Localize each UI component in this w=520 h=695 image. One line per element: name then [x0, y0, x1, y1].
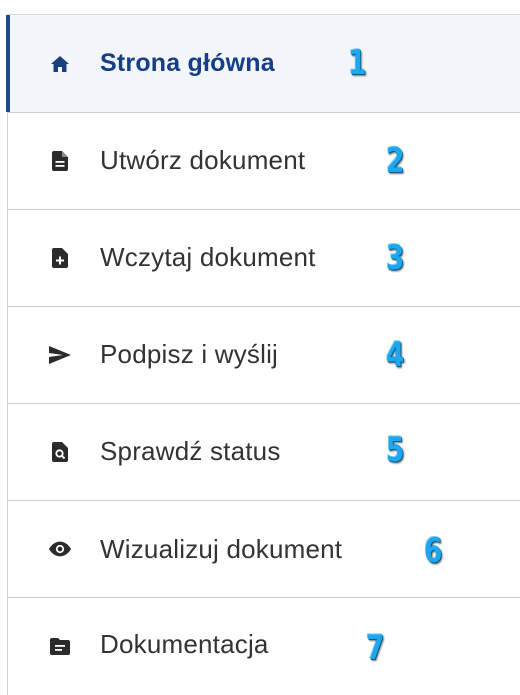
send-icon	[49, 344, 71, 366]
sidebar-item-home[interactable]: Strona główna 1	[6, 15, 520, 113]
navigation-panel: Strona główna 1 Utwórz dokument 2 Wczyta…	[0, 0, 520, 695]
annotation-badge: 5	[386, 430, 405, 470]
document-add-icon	[49, 247, 71, 269]
sidebar-item-load-document[interactable]: Wczytaj dokument 3	[8, 210, 520, 307]
sidebar-item-sign-and-send[interactable]: Podpisz i wyślij 4	[8, 307, 520, 404]
sidebar-item-label: Utwórz dokument	[100, 145, 306, 175]
sidebar-item-label: Strona główna	[100, 49, 275, 77]
sidebar-item-visualize-document[interactable]: Wizualizuj dokument 6	[8, 501, 520, 598]
sidebar-item-label: Dokumentacja	[100, 629, 269, 659]
annotation-badge: 7	[366, 628, 385, 668]
sidebar-item-documentation[interactable]: Dokumentacja 7	[8, 598, 520, 695]
sidebar-item-label: Wizualizuj dokument	[100, 534, 343, 564]
sidebar-item-label: Wczytaj dokument	[100, 242, 316, 272]
sidebar-item-check-status[interactable]: Sprawdź status 5	[8, 404, 520, 501]
home-icon	[49, 53, 71, 75]
document-search-icon	[49, 441, 71, 463]
sidebar-item-label: Podpisz i wyślij	[100, 339, 279, 369]
annotation-badge: 6	[424, 531, 443, 571]
sidebar-menu: Strona główna 1 Utwórz dokument 2 Wczyta…	[6, 15, 520, 695]
sidebar-item-label: Sprawdź status	[100, 436, 281, 466]
annotation-badge: 4	[386, 335, 405, 375]
annotation-badge: 1	[348, 43, 367, 83]
folder-icon	[49, 636, 71, 658]
annotation-badge: 2	[386, 141, 405, 181]
sidebar-item-create-document[interactable]: Utwórz dokument 2	[8, 113, 520, 210]
document-icon	[49, 150, 71, 172]
eye-icon	[49, 538, 71, 560]
annotation-badge: 3	[386, 238, 405, 278]
